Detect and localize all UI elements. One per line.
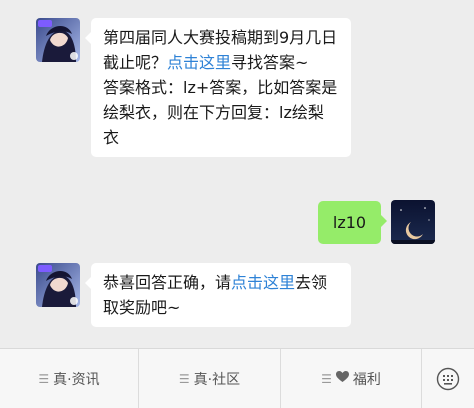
user-avatar[interactable] (391, 200, 435, 244)
answer-format-text: 答案格式：lz+答案，比如答案是绘梨衣，则在下方回复：lz绘梨衣 (103, 78, 338, 147)
reply-text: lz10 (332, 213, 367, 232)
bot-avatar[interactable] (36, 263, 80, 307)
bot-avatar[interactable] (36, 18, 80, 62)
moon-night-avatar-icon (391, 200, 435, 244)
message-text: 寻找答案~ (231, 53, 309, 72)
menu-item-news[interactable]: ☰ 真·资讯 (0, 349, 138, 408)
message-bubble-success: 恭喜回答正确，请点击这里去领取奖励吧~ (85, 263, 351, 327)
bottom-menu-bar: ☰ 真·资讯 ☰ 真·社区 ☰ 福利 (0, 348, 474, 408)
message-bubble-reply: lz10 (318, 201, 387, 244)
menu-lines-icon: ☰ (38, 371, 50, 386)
menu-item-label: 真·社区 (193, 371, 241, 388)
chat-area: 第四届同人大赛投稿期到9月几日截止呢？点击这里寻找答案~ 答案格式：lz+答案，… (0, 0, 474, 348)
heart-icon (335, 370, 349, 387)
click-here-link[interactable]: 点击这里 (231, 273, 295, 292)
menu-item-label: 福利 (352, 371, 381, 388)
game-character-avatar-icon (36, 18, 80, 62)
menu-item-welfare[interactable]: ☰ 福利 (281, 349, 421, 408)
menu-lines-icon: ☰ (178, 371, 190, 386)
click-here-link[interactable]: 点击这里 (167, 53, 231, 72)
game-character-avatar-icon (36, 263, 80, 307)
menu-item-label: 真·资讯 (53, 371, 100, 388)
message-bubble-question: 第四届同人大赛投稿期到9月几日截止呢？点击这里寻找答案~ 答案格式：lz+答案，… (85, 18, 351, 157)
menu-lines-icon: ☰ (321, 371, 332, 386)
message-text: 恭喜回答正确，请 (103, 273, 232, 292)
menu-item-community[interactable]: ☰ 真·社区 (139, 349, 280, 408)
keyboard-toggle-button[interactable] (421, 349, 474, 408)
keyboard-icon (436, 367, 459, 390)
